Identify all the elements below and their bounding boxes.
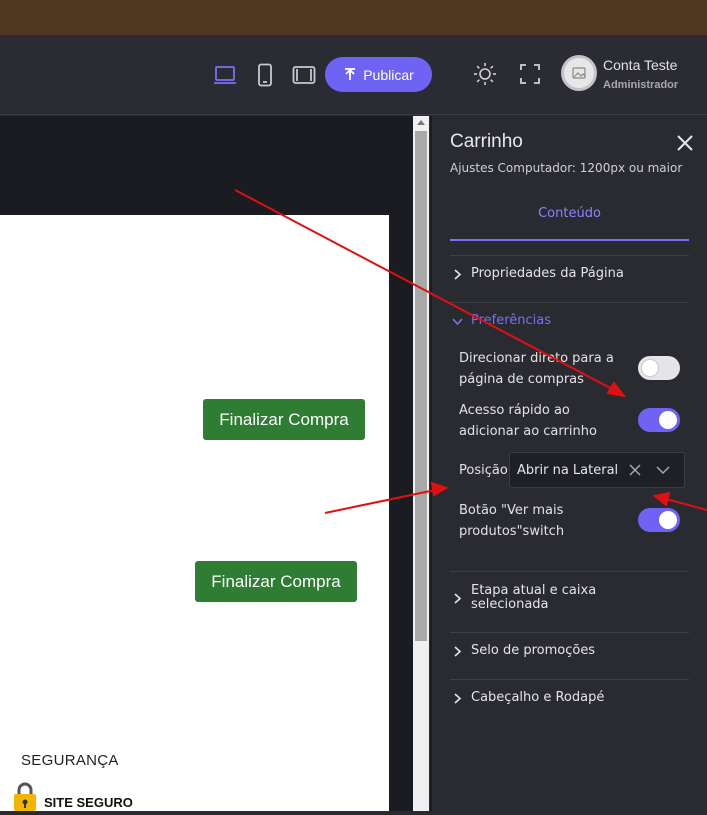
option-direct-checkout-label: Direcionar direto para a página de compr… [459, 351, 614, 387]
position-select-value: Abrir na Lateral [517, 462, 619, 478]
tablet-icon[interactable] [292, 63, 316, 87]
image-placeholder-icon [572, 67, 586, 79]
section-promo-seal[interactable]: Selo de promoções [452, 644, 595, 658]
toggle-knob [659, 511, 677, 529]
chevron-right-icon [454, 693, 462, 704]
tab-conteudo[interactable]: Conteúdo [450, 206, 689, 221]
publish-label: Publicar [363, 66, 414, 83]
lock-icon [12, 781, 38, 811]
chevron-right-icon [454, 646, 462, 657]
section-label: Preferências [471, 313, 552, 328]
chevron-down-icon[interactable] [656, 463, 670, 477]
checkout-button[interactable]: Finalizar Compra [203, 399, 365, 440]
preview-page [0, 215, 389, 811]
section-label: Etapa atual e caixa selecionada [471, 583, 597, 612]
theme-sun-icon[interactable] [473, 62, 497, 86]
position-select[interactable]: Abrir na Lateral [509, 452, 685, 488]
toggle-quick-access[interactable] [638, 408, 680, 432]
section-label: Selo de promoções [471, 643, 596, 658]
toggle-knob [641, 359, 659, 377]
section-page-properties[interactable]: Propriedades da Página [452, 267, 624, 281]
window-top-strip [0, 0, 707, 35]
user-name[interactable]: Conta Teste [603, 57, 677, 73]
panel-title: Carrinho [450, 131, 523, 152]
section-header-footer[interactable]: Cabeçalho e Rodapé [452, 691, 604, 705]
section-preferences[interactable]: Preferências [452, 314, 551, 328]
user-role: Administrador [603, 79, 679, 91]
tab-active-underline [450, 239, 689, 241]
toggle-direct-checkout[interactable] [638, 356, 680, 380]
divider [450, 255, 689, 256]
security-heading: SEGURANÇA [21, 752, 119, 769]
chevron-down-icon [452, 318, 463, 326]
option-quick-access-label: Acesso rápido ao adicionar ao carrinho [459, 403, 597, 439]
section-label: Cabeçalho e Rodapé [471, 690, 605, 705]
panel-subtitle: Ajustes Computador: 1200px ou maior [450, 161, 683, 175]
scrollbar-thumb[interactable] [415, 131, 427, 641]
upload-icon [345, 67, 356, 80]
toggle-knob [659, 411, 677, 429]
option-see-more-label: Botão "Ver mais produtos"switch [459, 503, 565, 539]
toggle-see-more[interactable] [638, 508, 680, 532]
section-current-step[interactable]: Etapa atual e caixa selecionada [452, 584, 652, 612]
chevron-right-icon [454, 269, 462, 280]
publish-button[interactable]: Publicar [325, 57, 432, 92]
desktop-icon[interactable] [213, 63, 237, 87]
chevron-right-icon [454, 593, 462, 604]
divider [450, 632, 689, 633]
mobile-icon[interactable] [253, 63, 277, 87]
divider [450, 302, 689, 303]
clear-icon[interactable] [628, 463, 642, 477]
close-icon[interactable] [676, 134, 694, 152]
divider [450, 571, 689, 572]
section-label: Propriedades da Página [471, 266, 624, 281]
avatar[interactable] [561, 55, 597, 91]
scroll-up-arrow-icon[interactable] [417, 120, 425, 125]
divider [450, 679, 689, 680]
fullscreen-icon[interactable] [518, 62, 542, 86]
site-secure-seal: SITE SEGURO [44, 795, 133, 810]
checkout-button-secondary[interactable]: Finalizar Compra [195, 561, 357, 602]
